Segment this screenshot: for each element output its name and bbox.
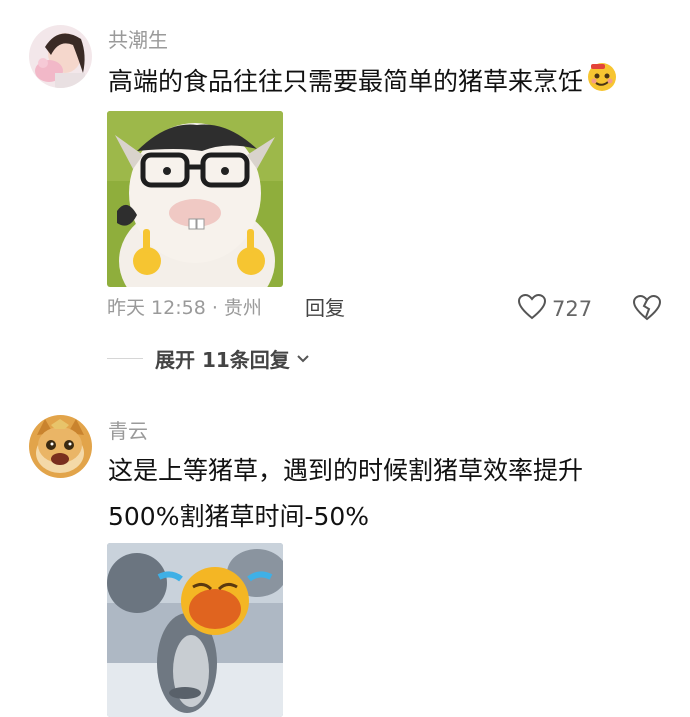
heart-icon (517, 293, 547, 324)
user-avatar[interactable] (29, 415, 92, 478)
comment-text-line: 这是上等猪草，遇到的时候割猪草效率提升 (108, 456, 584, 485)
comment-text-content: 高端的食品往往只需要最简单的猪草来烹饪 (108, 67, 584, 96)
smirk-face-emoji-icon (585, 60, 619, 106)
dislike-button[interactable] (632, 294, 662, 325)
comment-image-penguin-sticker[interactable] (107, 543, 283, 717)
comment-text-line: 500%割猪草时间-50% (108, 502, 370, 531)
chevron-down-icon (296, 349, 310, 368)
comment-image-cow-sticker[interactable] (107, 111, 283, 287)
broken-heart-icon (632, 294, 662, 325)
user-avatar[interactable] (29, 25, 92, 88)
comment-text: 这是上等猪草，遇到的时候割猪草效率提升 500%割猪草时间-50% (108, 449, 668, 539)
comment-text: 高端的食品往往只需要最简单的猪草来烹饪 (108, 60, 668, 106)
divider-line (107, 358, 143, 359)
like-count: 727 (552, 297, 593, 321)
username[interactable]: 青云 (108, 419, 148, 443)
username[interactable]: 共潮生 (108, 28, 168, 52)
expand-replies-label: 展开 11条回复 (155, 348, 290, 372)
expand-replies-button[interactable]: 展开 11条回复 (107, 344, 310, 373)
comment-time-location: 昨天 12:58 · 贵州 (107, 297, 262, 319)
like-button[interactable]: 727 (517, 293, 593, 324)
reply-button[interactable]: 回复 (305, 295, 345, 321)
